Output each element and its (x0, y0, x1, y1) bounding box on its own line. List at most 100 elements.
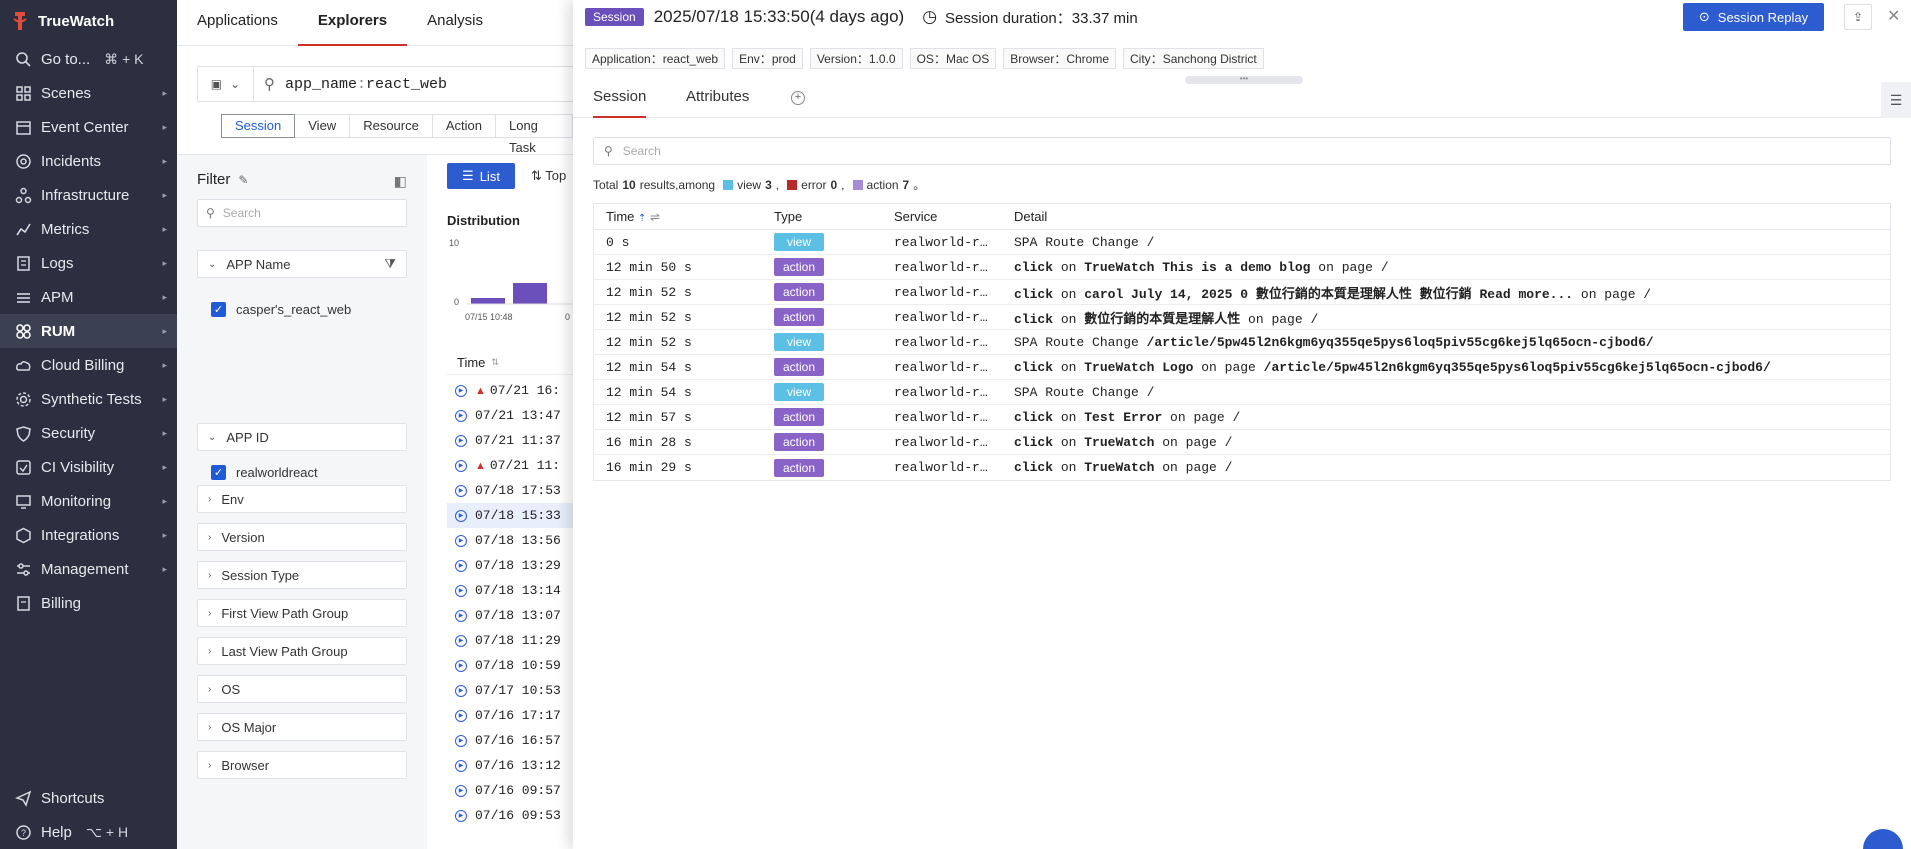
sidebar-item-scenes[interactable]: Scenes ▸ (0, 76, 177, 110)
filter-group-app-name[interactable]: ⌄ APP Name ⧩ (197, 250, 407, 278)
sidebar-item-management[interactable]: Management ▸ (0, 552, 177, 586)
session-row[interactable]: ▶ 07/18 13:14 (447, 578, 573, 603)
event-row[interactable]: 12 min 54 s action realworld-r… click on Tr… (594, 355, 1890, 380)
event-row[interactable]: 12 min 52 s view realworld-r… SPA Route Cha… (594, 330, 1890, 355)
sidebar-item-apm[interactable]: APM ▸ (0, 280, 177, 314)
filter-group-os-major[interactable]: › OS Major (197, 713, 407, 741)
play-icon[interactable]: ▶ (455, 559, 467, 572)
session-row[interactable]: ▶ 07/16 16:57 (447, 728, 573, 753)
top-view-button[interactable]: ⇅ Top (531, 168, 566, 184)
export-icon[interactable]: ⇪ (1844, 4, 1872, 30)
subtab-long-task[interactable]: Long Task (495, 114, 573, 155)
session-row[interactable]: ▶ 07/18 10:59 (447, 653, 573, 678)
filter-group-os[interactable]: › OS (197, 675, 407, 703)
session-row[interactable]: ▶ 07/16 17:17 (447, 703, 573, 728)
close-icon[interactable]: ✕ (1887, 6, 1900, 26)
play-icon[interactable]: ▶ (455, 584, 467, 597)
tag-version[interactable]: Version：1.0.0 (809, 48, 903, 69)
play-icon[interactable]: ▶ (455, 534, 467, 547)
sidebar-item-rum[interactable]: RUM ▸ (0, 314, 177, 348)
play-icon[interactable]: ▶ (455, 734, 467, 747)
filter-group-env[interactable]: › Env (197, 485, 407, 513)
session-row[interactable]: ▶ ▲ 07/21 16: (447, 378, 573, 403)
sidebar-item-synthetic-tests[interactable]: Synthetic Tests ▸ (0, 382, 177, 416)
event-search-input[interactable]: ⚲ Search (593, 137, 1891, 165)
sidebar-item-cloud-billing[interactable]: Cloud Billing ▸ (0, 348, 177, 382)
checkbox-checked-icon[interactable]: ✓ (211, 465, 226, 480)
play-icon[interactable]: ▶ (455, 759, 467, 772)
sidebar-item-help[interactable]: ? Help ⌥ + H (0, 815, 177, 849)
sidebar-item-security[interactable]: Security ▸ (0, 416, 177, 450)
panel-toggle-icon[interactable]: ☰ (1881, 82, 1911, 118)
play-icon[interactable]: ▶ (455, 809, 467, 822)
event-row[interactable]: 12 min 52 s action realworld-r… click on 數位… (594, 305, 1890, 330)
session-row[interactable]: ▶ 07/21 11:37 (447, 428, 573, 453)
event-row[interactable]: 16 min 29 s action realworld-r… click on Tr… (594, 455, 1890, 480)
event-row[interactable]: 0 s view realworld-r… SPA Route Change / (594, 230, 1890, 255)
tag-os[interactable]: OS：Mac OS (909, 48, 997, 69)
edit-icon[interactable]: ✎ (238, 173, 248, 187)
sidebar-item-metrics[interactable]: Metrics ▸ (0, 212, 177, 246)
play-icon[interactable]: ▶ (455, 634, 467, 647)
tag-city[interactable]: City：Sanchong District (1123, 48, 1264, 69)
tag-application[interactable]: Application：react_web (585, 48, 726, 69)
sort-icon[interactable]: ⇅ (491, 357, 499, 368)
sidebar-item-shortcuts[interactable]: Shortcuts (0, 781, 177, 815)
filter-group-version[interactable]: › Version (197, 523, 407, 551)
sidebar-item-monitoring[interactable]: Monitoring ▸ (0, 484, 177, 518)
filter-option-app-id[interactable]: ✓ realworldreact (211, 465, 318, 480)
play-icon[interactable]: ▶ (455, 384, 467, 397)
filter-search-input[interactable]: ⚲ Search (197, 199, 407, 227)
play-icon[interactable]: ▶ (455, 659, 467, 672)
event-row[interactable]: 12 min 50 s action realworld-r… click on Tr… (594, 255, 1890, 280)
list-view-button[interactable]: ☰ List (447, 163, 515, 189)
swap-icon[interactable]: ⇌ (650, 210, 660, 224)
sort-asc-icon[interactable]: ⇡ (638, 213, 646, 224)
sidebar-item-logs[interactable]: Logs ▸ (0, 246, 177, 280)
event-row[interactable]: 12 min 57 s action realworld-r… click on Te… (594, 405, 1890, 430)
session-row[interactable]: ▶ 07/18 15:33 (447, 503, 573, 528)
play-icon[interactable]: ▶ (455, 709, 467, 722)
subtab-action[interactable]: Action (432, 114, 496, 138)
brand[interactable]: TrueWatch (0, 0, 177, 42)
tab-session[interactable]: Session (593, 88, 647, 118)
tab-analysis-dashboard[interactable]: Analysis Dashboard⌄ (407, 0, 573, 71)
tag-env[interactable]: Env：prod (732, 48, 803, 69)
tab-explorers[interactable]: Explorers (297, 0, 408, 46)
assistant-fab-button[interactable] (1863, 829, 1903, 849)
time-column-header[interactable]: Time ⇅ (447, 351, 573, 375)
session-replay-button[interactable]: ⊙ Session Replay (1683, 3, 1824, 31)
play-icon[interactable]: ▶ (455, 409, 467, 422)
play-icon[interactable]: ▶ (455, 484, 467, 497)
tab-attributes[interactable]: Attributes (686, 88, 749, 118)
session-row[interactable]: ▶ 07/18 17:53 (447, 478, 573, 503)
funnel-icon[interactable]: ⧩ (384, 256, 396, 272)
event-row[interactable]: 12 min 54 s view realworld-r… SPA Route Cha… (594, 380, 1890, 405)
play-icon[interactable]: ▶ (455, 609, 467, 622)
filter-group-last-view-path-group[interactable]: › Last View Path Group (197, 637, 407, 665)
session-row[interactable]: ▶ 07/16 09:53 (447, 803, 573, 828)
tag-browser[interactable]: Browser：Chrome (1003, 48, 1117, 69)
play-icon[interactable]: ▶ (455, 784, 467, 797)
session-row[interactable]: ▶ ▲ 07/21 11: (447, 453, 573, 478)
subtab-resource[interactable]: Resource (350, 114, 433, 138)
sidebar-item-ci-visibility[interactable]: CI Visibility ▸ (0, 450, 177, 484)
play-icon[interactable]: ▶ (455, 459, 467, 472)
query-mode-button[interactable]: ▣ ⌄ (198, 67, 254, 101)
play-icon[interactable]: ▶ (455, 684, 467, 697)
session-row[interactable]: ▶ 07/16 09:57 (447, 778, 573, 803)
query-input[interactable]: ⚲ app_name:react_web (264, 75, 447, 93)
sidebar-item-infrastructure[interactable]: Infrastructure ▸ (0, 178, 177, 212)
add-tab-icon[interactable]: + (791, 91, 805, 105)
play-icon[interactable]: ▶ (455, 509, 467, 522)
subtab-view[interactable]: View (295, 114, 351, 138)
sidebar-item-billing[interactable]: Billing (0, 586, 177, 620)
event-row[interactable]: 12 min 52 s action realworld-r… click on ca… (594, 280, 1890, 305)
filter-group-browser[interactable]: › Browser (197, 751, 407, 779)
sidebar-item-incidents[interactable]: Incidents ▸ (0, 144, 177, 178)
session-row[interactable]: ▶ 07/18 13:07 (447, 603, 573, 628)
session-row[interactable]: ▶ 07/17 10:53 (447, 678, 573, 703)
session-row[interactable]: ▶ 07/18 11:29 (447, 628, 573, 653)
filter-group-session-type[interactable]: › Session Type (197, 561, 407, 589)
checkbox-checked-icon[interactable]: ✓ (211, 302, 226, 317)
